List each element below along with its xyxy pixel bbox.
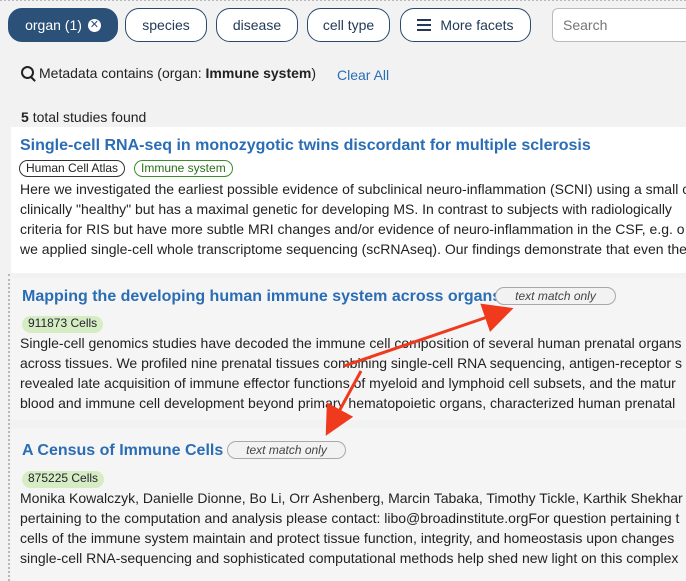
query-summary: Metadata contains (organ: Immune system): [21, 65, 316, 81]
study-description: Monika Kowalczyk, Danielle Dionne, Bo Li…: [20, 488, 683, 568]
text-match-badge: text match only: [227, 441, 346, 459]
dotted-guide-line: [8, 274, 10, 581]
study-card: Mapping the developing human immune syst…: [11, 278, 686, 420]
search-input[interactable]: [552, 8, 686, 42]
more-facets-label: More facets: [440, 17, 514, 33]
results-count: 5 total studies found: [21, 109, 146, 125]
query-value: Immune system: [205, 65, 312, 81]
description-line: pertaining to the computation and analys…: [20, 510, 680, 526]
facet-cell-type-label: cell type: [322, 17, 375, 33]
facet-disease-label: disease: [232, 17, 282, 33]
description-line: Monika Kowalczyk, Danielle Dionne, Bo Li…: [20, 490, 683, 506]
query-prefix: Metadata contains (organ:: [39, 65, 206, 81]
description-line: across tissues. We profiled nine prenata…: [20, 355, 682, 371]
sliders-icon: [417, 19, 432, 31]
study-description: Here we investigated the earliest possib…: [20, 179, 686, 259]
study-title-link[interactable]: A Census of Immune Cells: [22, 442, 223, 460]
text-match-badge: text match only: [495, 287, 616, 305]
study-title-link[interactable]: Mapping the developing human immune syst…: [22, 288, 501, 306]
cell-count-badge: 875225 Cells: [22, 471, 105, 488]
cell-count-badge: 911873 Cells: [22, 316, 104, 333]
facet-cell-type-button[interactable]: cell type: [307, 8, 390, 42]
human-cell-atlas-tag: Human Cell Atlas: [19, 160, 126, 177]
description-line: Here we investigated the earliest possib…: [20, 181, 686, 197]
facet-species-label: species: [142, 17, 190, 33]
facet-species-button[interactable]: species: [125, 8, 207, 42]
description-line: revealed late acquisition of immune effe…: [20, 375, 676, 391]
description-line: we applied single-cell whole transcripto…: [20, 241, 686, 257]
description-line: Single-cell genomics studies have decode…: [20, 335, 682, 351]
query-suffix: ): [311, 65, 317, 81]
facet-bar: organ (1) ✕ species disease cell type Mo…: [0, 0, 686, 56]
study-title-link[interactable]: Single-cell RNA-seq in monozygotic twins…: [20, 137, 591, 155]
description-line: blood and immune cell development beyond…: [20, 395, 676, 411]
study-card: A Census of Immune Cells text match only…: [11, 428, 686, 581]
study-card: Single-cell RNA-seq in monozygotic twins…: [11, 127, 686, 273]
results-count-label: total studies found: [32, 109, 147, 125]
facet-organ-button[interactable]: organ (1) ✕: [8, 8, 118, 42]
description-line: clinically "healthy" but has a maximal g…: [20, 201, 672, 217]
clear-all-link[interactable]: Clear All: [337, 67, 389, 83]
results-count-number: 5: [21, 109, 29, 125]
description-line: cells of the immune system maintain and …: [20, 530, 675, 546]
facet-disease-button[interactable]: disease: [216, 8, 298, 42]
study-description: Single-cell genomics studies have decode…: [20, 333, 682, 413]
description-line: criteria for RIS but have more subtle MR…: [20, 221, 685, 237]
search-icon: [21, 66, 34, 79]
description-line: single-cell RNA-sequencing and sophistic…: [20, 550, 679, 566]
more-facets-button[interactable]: More facets: [400, 8, 531, 42]
facet-organ-label: organ (1): [25, 17, 82, 33]
immune-system-tag: Immune system: [134, 160, 233, 177]
clear-facet-icon[interactable]: ✕: [87, 18, 101, 32]
